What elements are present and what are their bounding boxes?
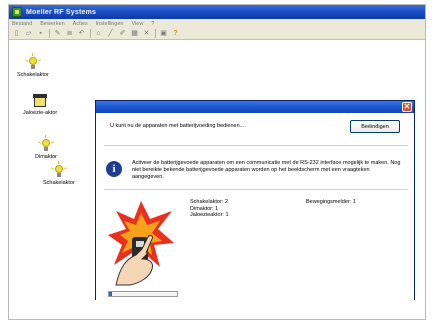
help-icon[interactable]: ? [171,29,180,38]
divider [104,189,408,190]
device-jaloezie-aktor[interactable]: Jaloezie-aktor [23,93,57,116]
window-title: Moeller RF Systems [26,8,97,16]
open-icon[interactable]: ▱ [24,29,33,38]
blind-icon [32,93,48,109]
dialog-title-bar[interactable]: ✕ [96,101,414,113]
close-icon[interactable]: ✕ [402,102,412,112]
undo-icon[interactable]: ↶ [77,29,86,38]
device-label: Schakelaktor [17,72,49,78]
menu-instellingen[interactable]: Instellingen [96,21,124,27]
menu-help[interactable]: ? [151,21,154,27]
toolbar: ▯ ▱ ▪ ✎ ≣ ↶ ⌂ ╱ ✐ ▦ ✕ ▣ ? [9,28,425,40]
count-motion: Bewegingsmelder: 1 [306,199,356,205]
toolbar-separator [155,29,156,38]
menu-bar: Bestand Bewerken Acties Instellingen Vie… [9,19,425,28]
device-canvas: Schakelaktor Jaloezie-aktor Dimaktor Sch… [9,41,89,317]
new-icon[interactable]: ▯ [12,29,21,38]
menu-view[interactable]: View [131,21,143,27]
edit-icon[interactable]: ✎ [53,29,62,38]
progress-fill [109,292,112,296]
delete-icon[interactable]: ✕ [142,29,151,38]
pushing-button-illustration [108,201,174,286]
device-icon[interactable]: ⌂ [94,29,103,38]
dialog-message: U kunt nu de apparaten met batterijvoedi… [110,123,246,129]
menu-bestand[interactable]: Bestand [12,21,32,27]
count-switch: Schakelaktor: 2 [190,199,228,205]
info-text: Activeer de batterijgevoede apparaten om… [132,160,401,180]
grid-icon[interactable]: ▦ [130,29,139,38]
device-schakelaktor-1[interactable]: Schakelaktor [17,53,49,78]
bulb-icon [37,135,55,153]
app-icon [12,7,22,17]
menu-bewerken[interactable]: Bewerken [40,21,64,27]
progress-bar [108,291,178,297]
divider [104,145,408,146]
wand-icon[interactable]: ╱ [106,29,115,38]
info-icon: i [106,161,122,177]
bulb-icon [24,53,41,71]
toolbar-separator [49,29,50,38]
device-counts: Schakelaktor: 2 Dimaktor: 1 Jaloezieakto… [190,199,229,219]
bulb-icon [50,161,67,179]
device-label: Dimaktor [35,154,58,160]
save-icon[interactable]: ▪ [36,29,45,38]
battery-devices-dialog: ✕ U kunt nu de apparaten met batterijvoe… [95,100,415,300]
device-schakelaktor-2[interactable]: Schakelaktor [43,161,75,186]
toolbar-separator [90,29,91,38]
window-icon[interactable]: ▣ [159,29,168,38]
title-bar[interactable]: Moeller RF Systems [9,5,425,19]
device-label: Schakelaktor [43,180,75,186]
device-dimaktor[interactable]: Dimaktor [35,135,58,160]
count-blind: Jaloezieaktor: 1 [190,212,229,218]
device-label: Jaloezie-aktor [23,110,58,116]
list-icon[interactable]: ≣ [65,29,74,38]
menu-acties[interactable]: Acties [73,21,88,27]
dialog-body: U kunt nu de apparaten met batterijvoedi… [96,113,414,300]
brush-icon[interactable]: ✐ [118,29,127,38]
end-button[interactable]: Beëindigen [350,120,400,133]
